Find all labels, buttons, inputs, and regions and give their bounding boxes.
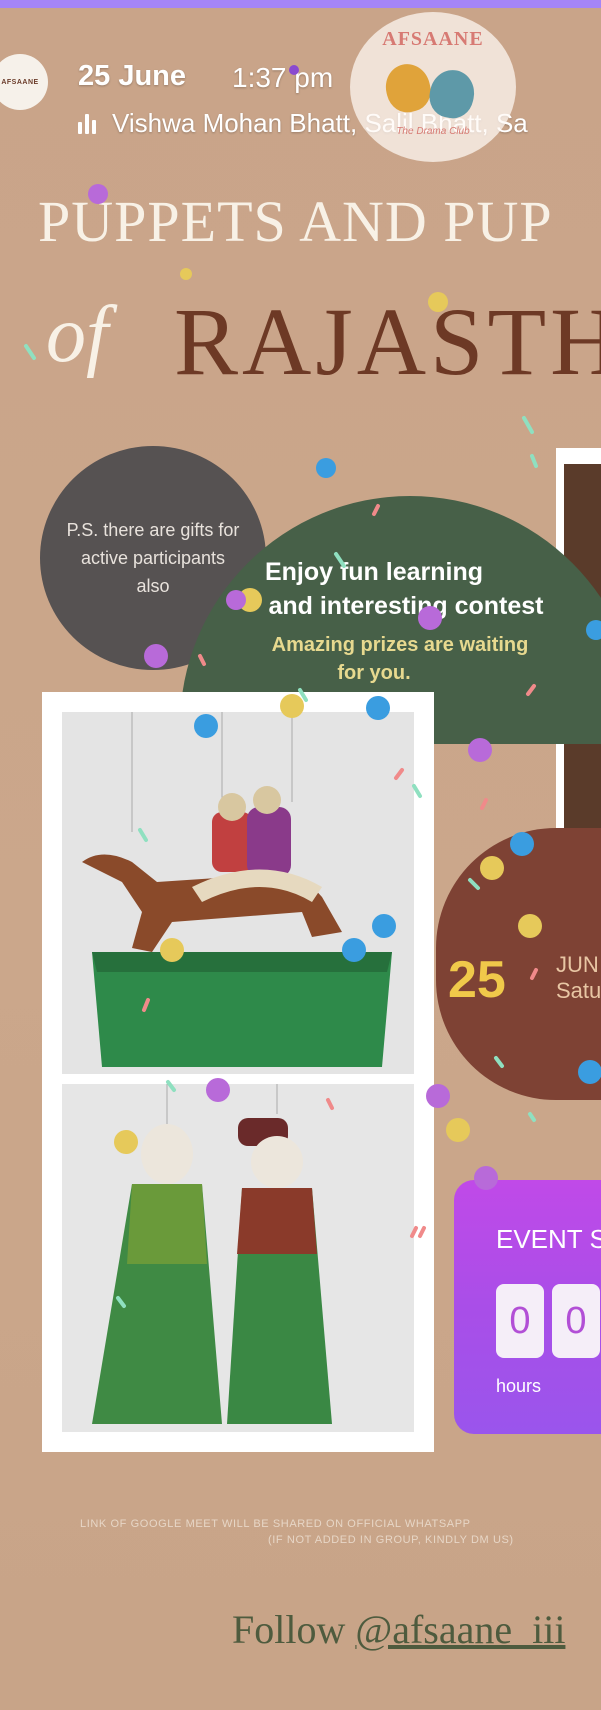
avatar-text: AFSAANE <box>1 78 39 86</box>
countdown-digit: 0 <box>496 1284 544 1358</box>
camel-puppet-illustration <box>62 712 414 1074</box>
logo-subtitle: The Drama Club <box>396 126 470 137</box>
contest-line4: for you. <box>337 662 411 684</box>
date-panel: 25 JUN Satu <box>436 828 601 1100</box>
contest-line1: Enjoy fun learning <box>264 558 484 586</box>
story-progress-bar <box>0 0 601 8</box>
follow-prefix: Follow <box>232 1607 356 1652</box>
contest-line2: and interesting contest <box>268 592 544 620</box>
comedy-mask-icon <box>380 59 436 117</box>
profile-avatar[interactable]: AFSAANE <box>0 54 48 110</box>
notice-text: LINK OF GOOGLE MEET WILL BE SHARED ON OF… <box>80 1518 471 1530</box>
camel-puppet-photo <box>62 712 414 1074</box>
story-time: 1:37 pm <box>232 62 334 93</box>
club-logo: AFSAANE The Drama Club <box>350 12 516 162</box>
puppet-filmstrip <box>42 692 434 1452</box>
meet-notice-line1: LINK OF GOOGLE MEET WILL BE SHARED ON OF… <box>0 1518 601 1530</box>
countdown-digit: 0 <box>552 1284 600 1358</box>
story-view[interactable]: AFSAANE 25 June 1:37 pm Vishwa Mohan Bha… <box>0 0 601 1710</box>
event-month-label: JUN <box>556 952 599 977</box>
countdown-title: EVENT ST <box>496 1224 601 1254</box>
event-weekday: Satu <box>556 978 601 1003</box>
logo-name: AFSAANE <box>382 28 484 50</box>
meet-notice-line2: (IF NOT ADDED IN GROUP, KINDLY DM US) <box>268 1534 514 1546</box>
event-month: JUN Satu <box>556 952 601 1004</box>
follow-handle-link[interactable]: @afsaane_iii <box>355 1607 565 1652</box>
tragedy-mask-icon <box>425 65 479 123</box>
poster-title-of: of <box>46 291 109 379</box>
couple-puppets-photo <box>62 1084 414 1432</box>
contest-line3: Amazing prizes are waiting <box>271 634 529 656</box>
event-day: 25 <box>448 951 506 1009</box>
poster-title-line1: PUPPETS AND PUP <box>38 189 553 254</box>
story-date: 25 June <box>78 60 186 92</box>
follow-text: Follow @afsaane_iii <box>232 1606 565 1653</box>
event-countdown-card[interactable]: EVENT ST 0 0 hours <box>454 1180 601 1434</box>
couple-puppets-illustration <box>62 1084 414 1432</box>
poster-title-line2: RAJASTH <box>174 288 601 395</box>
music-icon <box>78 114 96 134</box>
countdown-unit: hours <box>496 1376 542 1396</box>
